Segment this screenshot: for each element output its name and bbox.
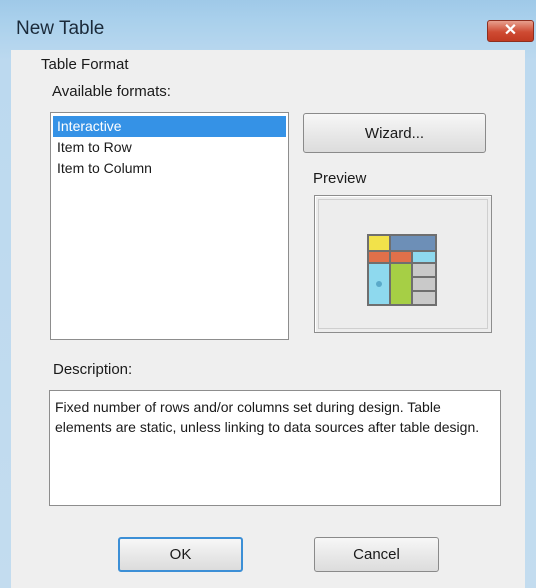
preview-panel — [314, 195, 492, 333]
list-item[interactable]: Item to Row — [53, 137, 286, 158]
close-icon: ✕ — [503, 22, 518, 39]
preview-label: Preview — [313, 170, 367, 187]
preview-cell — [413, 264, 435, 276]
title-bar[interactable]: New Table ✕ — [0, 0, 536, 50]
preview-cell — [391, 236, 435, 250]
ok-button[interactable]: OK — [118, 537, 243, 572]
preview-cell — [413, 252, 435, 262]
close-button[interactable]: ✕ — [487, 20, 534, 42]
dialog-body: Table Format Available formats: Interact… — [11, 50, 525, 588]
wizard-button[interactable]: Wizard... — [303, 113, 486, 153]
description-label: Description: — [53, 361, 133, 378]
available-formats-label: Available formats: — [52, 83, 171, 100]
new-table-dialog: New Table ✕ Table Format Available forma… — [0, 0, 536, 588]
preview-cell — [391, 252, 411, 262]
preview-cell — [369, 252, 389, 262]
window-title: New Table — [16, 18, 105, 39]
formats-listbox[interactable]: Interactive Item to Row Item to Column — [50, 112, 289, 340]
list-item[interactable]: Interactive — [53, 116, 286, 137]
description-box[interactable]: Fixed number of rows and/or columns set … — [49, 390, 501, 506]
preview-cell — [413, 292, 435, 304]
preview-cell — [391, 264, 411, 304]
preview-cell — [369, 236, 389, 250]
table-preview-icon — [367, 234, 437, 306]
list-item[interactable]: Item to Column — [53, 158, 286, 179]
preview-cell — [413, 278, 435, 290]
cancel-button[interactable]: Cancel — [314, 537, 439, 572]
table-format-label: Table Format — [41, 56, 129, 73]
